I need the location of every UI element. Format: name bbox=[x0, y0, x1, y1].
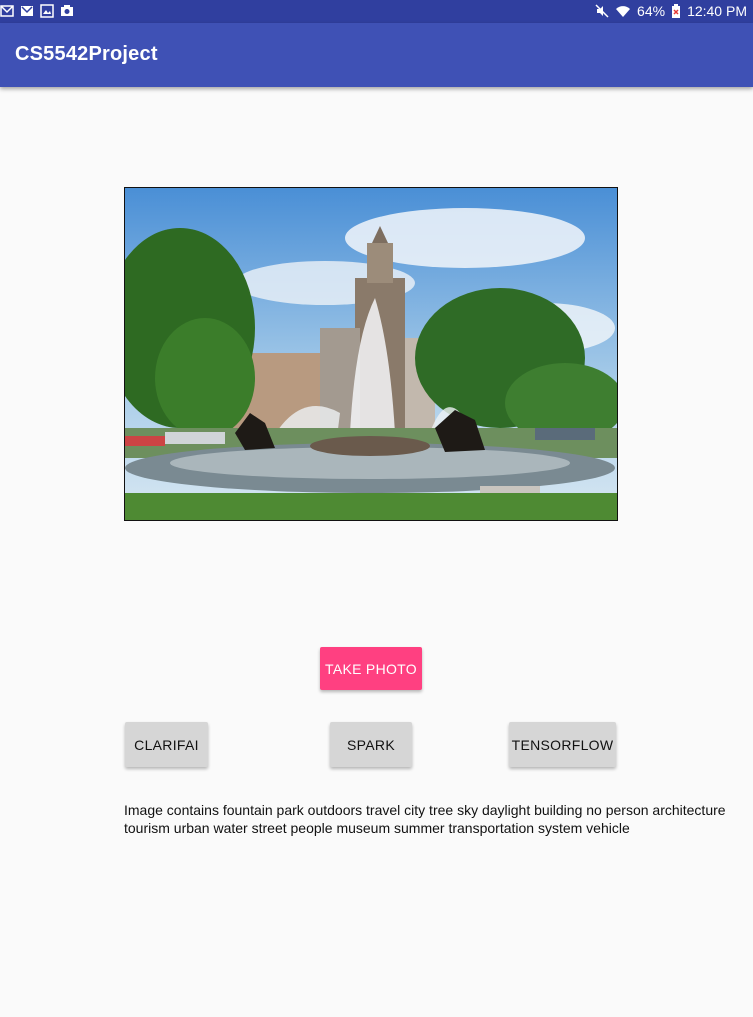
battery-percent: 64% bbox=[637, 3, 666, 19]
gmail-icon bbox=[21, 6, 33, 16]
clock: 12:40 PM bbox=[687, 3, 747, 19]
app-title: CS5542Project bbox=[15, 43, 158, 65]
app-bar: CS5542Project bbox=[0, 23, 753, 87]
camera-icon bbox=[61, 5, 73, 16]
wifi-icon bbox=[616, 6, 631, 17]
status-bar: 64% 12:40 PM bbox=[0, 0, 753, 23]
tensorflow-button[interactable]: TENSORFLOW bbox=[509, 722, 616, 767]
fountain-photo bbox=[125, 188, 617, 520]
system-status: 64% 12:40 PM bbox=[595, 3, 747, 19]
email-icon bbox=[0, 5, 14, 17]
battery-icon bbox=[672, 3, 681, 18]
image-icon bbox=[40, 4, 54, 18]
take-photo-button[interactable]: TAKE PHOTO bbox=[320, 647, 422, 690]
spark-button[interactable]: SPARK bbox=[330, 722, 412, 767]
result-text: Image contains fountain park outdoors tr… bbox=[124, 802, 726, 836]
notification-icons bbox=[0, 4, 74, 18]
clarifai-button[interactable]: CLARIFAI bbox=[125, 722, 208, 767]
mute-icon bbox=[595, 4, 609, 18]
captured-photo bbox=[124, 187, 618, 521]
